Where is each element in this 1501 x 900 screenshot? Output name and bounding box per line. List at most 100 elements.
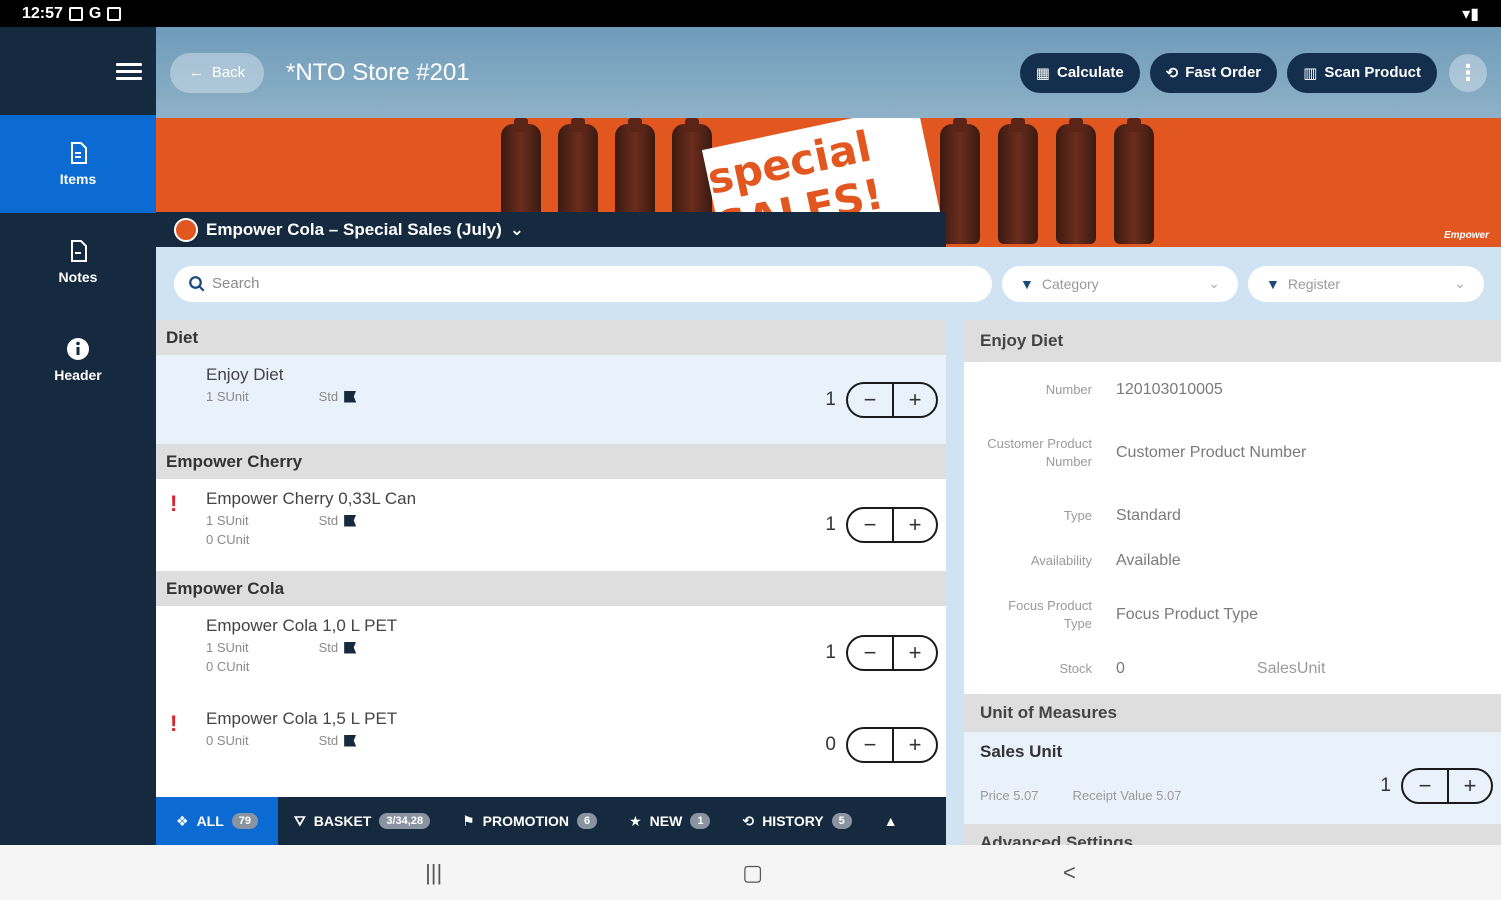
tab-label: HISTORY xyxy=(762,813,824,829)
filter-icon: ▼ xyxy=(1266,275,1280,292)
decrement-button[interactable]: − xyxy=(1403,770,1447,802)
flag-icon xyxy=(344,390,357,403)
item-name: Empower Cola 1,5 L PET xyxy=(206,709,398,728)
sidebar-item-label: Header xyxy=(54,367,102,383)
scan-product-button[interactable]: ▥ Scan Product xyxy=(1287,52,1437,93)
sidebar-item-label: Items xyxy=(59,171,97,187)
warning-icon: ! xyxy=(170,711,178,736)
category-placeholder: Category xyxy=(1041,275,1099,292)
more-options-button[interactable]: ⋮ xyxy=(1449,53,1487,92)
calculate-button[interactable]: ▦ Calculate xyxy=(1019,52,1140,93)
quantity-stepper: − + xyxy=(846,634,938,671)
increment-button[interactable]: + xyxy=(892,383,936,416)
back-button[interactable]: ← Back xyxy=(170,52,264,93)
item-sunit: 1 SUnit xyxy=(206,389,249,404)
list-item[interactable]: Enjoy Diet 1 SUnit Std 1 − + xyxy=(156,355,946,444)
increment-button[interactable]: + xyxy=(892,636,936,669)
tab-all[interactable]: ❖ ALL 79 xyxy=(156,797,279,845)
customer-product-number-label: Customer Product Number xyxy=(987,436,1092,469)
home-icon[interactable]: ▢ xyxy=(742,860,763,886)
group-header: Empower Cherry xyxy=(156,444,946,479)
clock-icon: ⟲ xyxy=(1165,64,1179,82)
sidebar-item-notes[interactable]: Notes xyxy=(0,213,156,311)
tab-basket[interactable]: ⛛ BASKET 3/34,28 xyxy=(278,797,446,845)
register-placeholder: Register xyxy=(1287,275,1340,292)
focus-product-type-label: Focus Product Type xyxy=(1008,598,1092,631)
bottle-image xyxy=(1114,118,1154,244)
availability-label: Availability xyxy=(1030,553,1092,568)
item-sunit: 0 SUnit xyxy=(206,733,249,748)
promotion-selector[interactable]: Empower Cola – Special Sales (July) ⌄ xyxy=(156,212,946,247)
chevron-down-icon: ⌄ xyxy=(1208,275,1220,291)
item-std: Std xyxy=(318,513,339,528)
register-filter[interactable]: ▼ Register ⌄ xyxy=(1248,265,1484,302)
tab-history[interactable]: ⟲ HISTORY 5 xyxy=(726,797,867,845)
flag-icon xyxy=(344,734,357,747)
chevron-down-icon: ⌄ xyxy=(509,219,524,239)
basket-icon: ⛛ xyxy=(294,812,306,829)
tab-new[interactable]: ★ NEW 1 xyxy=(613,797,726,845)
flag-icon: ⚑ xyxy=(462,812,475,829)
warning-icon: ! xyxy=(170,491,178,516)
item-name: Empower Cherry 0,33L Can xyxy=(206,489,417,508)
star-icon: ★ xyxy=(629,812,642,829)
detail-title: Enjoy Diet xyxy=(964,320,1501,362)
list-item[interactable]: Empower Cola 1,0 L PET 1 SUnit Std 0 CUn… xyxy=(156,606,946,699)
tab-alerts[interactable]: ▲ xyxy=(868,797,914,845)
increment-button[interactable]: + xyxy=(892,729,936,761)
system-nav-bar: ||| ▢ < xyxy=(0,845,1501,900)
item-quantity: 0 xyxy=(825,734,836,755)
item-std: Std xyxy=(318,640,339,655)
item-list: Diet Enjoy Diet 1 SUnit Std 1 − + Empowe… xyxy=(156,320,946,797)
increment-button[interactable]: + xyxy=(1447,770,1491,802)
sidebar-item-items[interactable]: Items xyxy=(0,115,156,213)
promotion-title: Empower Cola – Special Sales (July) xyxy=(206,219,502,239)
document-icon xyxy=(71,142,87,164)
menu-icon[interactable] xyxy=(116,59,142,84)
search-input[interactable]: Search xyxy=(174,265,992,302)
price-value: Price 5.07 xyxy=(980,788,1039,803)
tab-label: PROMOTION xyxy=(482,813,569,829)
quantity-stepper: − + xyxy=(846,381,938,418)
status-bar: 12:57 G ▾▮ xyxy=(0,0,1501,27)
sidebar-toggle[interactable] xyxy=(0,27,156,115)
chevron-down-icon: ⌄ xyxy=(1454,275,1466,291)
calculate-label: Calculate xyxy=(1056,64,1124,81)
scan-product-label: Scan Product xyxy=(1324,64,1421,81)
recents-icon[interactable]: ||| xyxy=(425,860,442,886)
customer-product-number-value: Customer Product Number xyxy=(1116,444,1307,461)
fast-order-button[interactable]: ⟲ Fast Order xyxy=(1149,52,1278,93)
tab-badge: 6 xyxy=(576,813,598,829)
advanced-settings-header[interactable]: Advanced Settings xyxy=(964,824,1501,845)
category-filter[interactable]: ▼ Category ⌄ xyxy=(1002,265,1238,302)
item-quantity: 1 xyxy=(825,641,836,663)
status-time: 12:57 xyxy=(22,4,63,22)
sales-unit-row: Sales Unit Price 5.07 Receipt Value 5.07… xyxy=(964,732,1501,824)
decrement-button[interactable]: − xyxy=(848,637,892,669)
decrement-button[interactable]: − xyxy=(848,509,892,541)
grid-icon: ▦ xyxy=(1035,64,1050,82)
brand-logo: Empower xyxy=(1443,230,1489,241)
quantity-stepper: − + xyxy=(846,507,938,543)
list-item[interactable]: ! Empower Cola 1,5 L PET 0 SUnit Std 0 −… xyxy=(156,699,946,791)
decrement-button[interactable]: − xyxy=(848,384,892,416)
fast-order-label: Fast Order xyxy=(1185,64,1262,81)
item-sunit: 1 SUnit xyxy=(206,640,249,655)
product-detail: Enjoy Diet Number 120103010005 Customer … xyxy=(964,320,1501,845)
list-item[interactable]: ! Empower Cherry 0,33L Can 1 SUnit Std 0… xyxy=(156,479,946,571)
increment-button[interactable]: + xyxy=(892,509,936,541)
unit-of-measures-header: Unit of Measures xyxy=(964,694,1501,732)
bottle-image xyxy=(940,118,980,244)
sidebar-item-header[interactable]: Header xyxy=(0,311,156,409)
quantity-stepper: − + xyxy=(1401,768,1493,804)
tab-promotion[interactable]: ⚑ PROMOTION 6 xyxy=(446,797,613,845)
tab-label: BASKET xyxy=(313,813,372,829)
bottom-tab-bar: ❖ ALL 79 ⛛ BASKET 3/34,28 ⚑ PROMOTION 6 … xyxy=(156,797,946,845)
flag-icon xyxy=(344,514,357,527)
item-std: Std xyxy=(318,389,339,404)
item-std: Std xyxy=(318,733,339,748)
back-nav-icon[interactable]: < xyxy=(1063,860,1076,886)
decrement-button[interactable]: − xyxy=(848,729,892,761)
receipt-value: Receipt Value 5.07 xyxy=(1072,788,1182,803)
tab-badge: 5 xyxy=(831,813,852,829)
